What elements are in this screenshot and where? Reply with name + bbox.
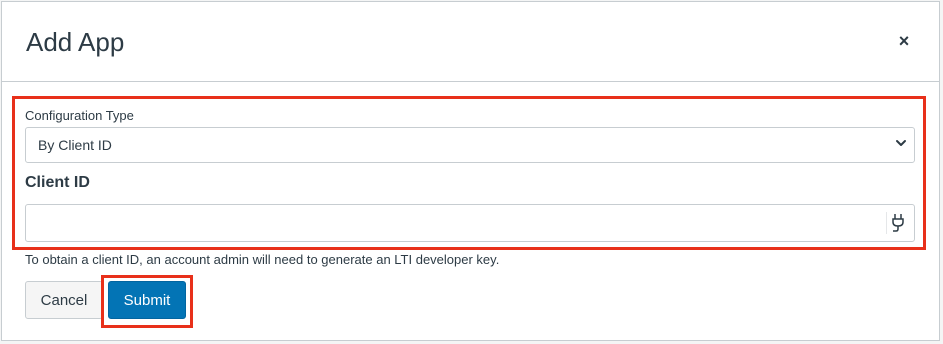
plug-icon[interactable] <box>886 212 906 234</box>
client-id-help-text: To obtain a client ID, an account admin … <box>25 252 500 267</box>
submit-button[interactable]: Submit <box>108 281 186 319</box>
plug-icon-glyph <box>892 214 904 232</box>
close-button[interactable]: × <box>889 26 919 56</box>
dialog-title: Add App <box>26 27 125 57</box>
cancel-button[interactable]: Cancel <box>25 281 103 319</box>
configuration-type-label: Configuration Type <box>25 108 134 123</box>
configuration-type-select[interactable]: By Client ID <box>25 127 915 163</box>
chevron-down-icon <box>896 140 906 146</box>
configuration-type-value: By Client ID <box>38 137 112 153</box>
dialog-header: Add App × <box>2 2 939 82</box>
client-id-input[interactable] <box>25 204 915 242</box>
close-icon: × <box>898 31 910 51</box>
client-id-label: Client ID <box>25 174 90 191</box>
